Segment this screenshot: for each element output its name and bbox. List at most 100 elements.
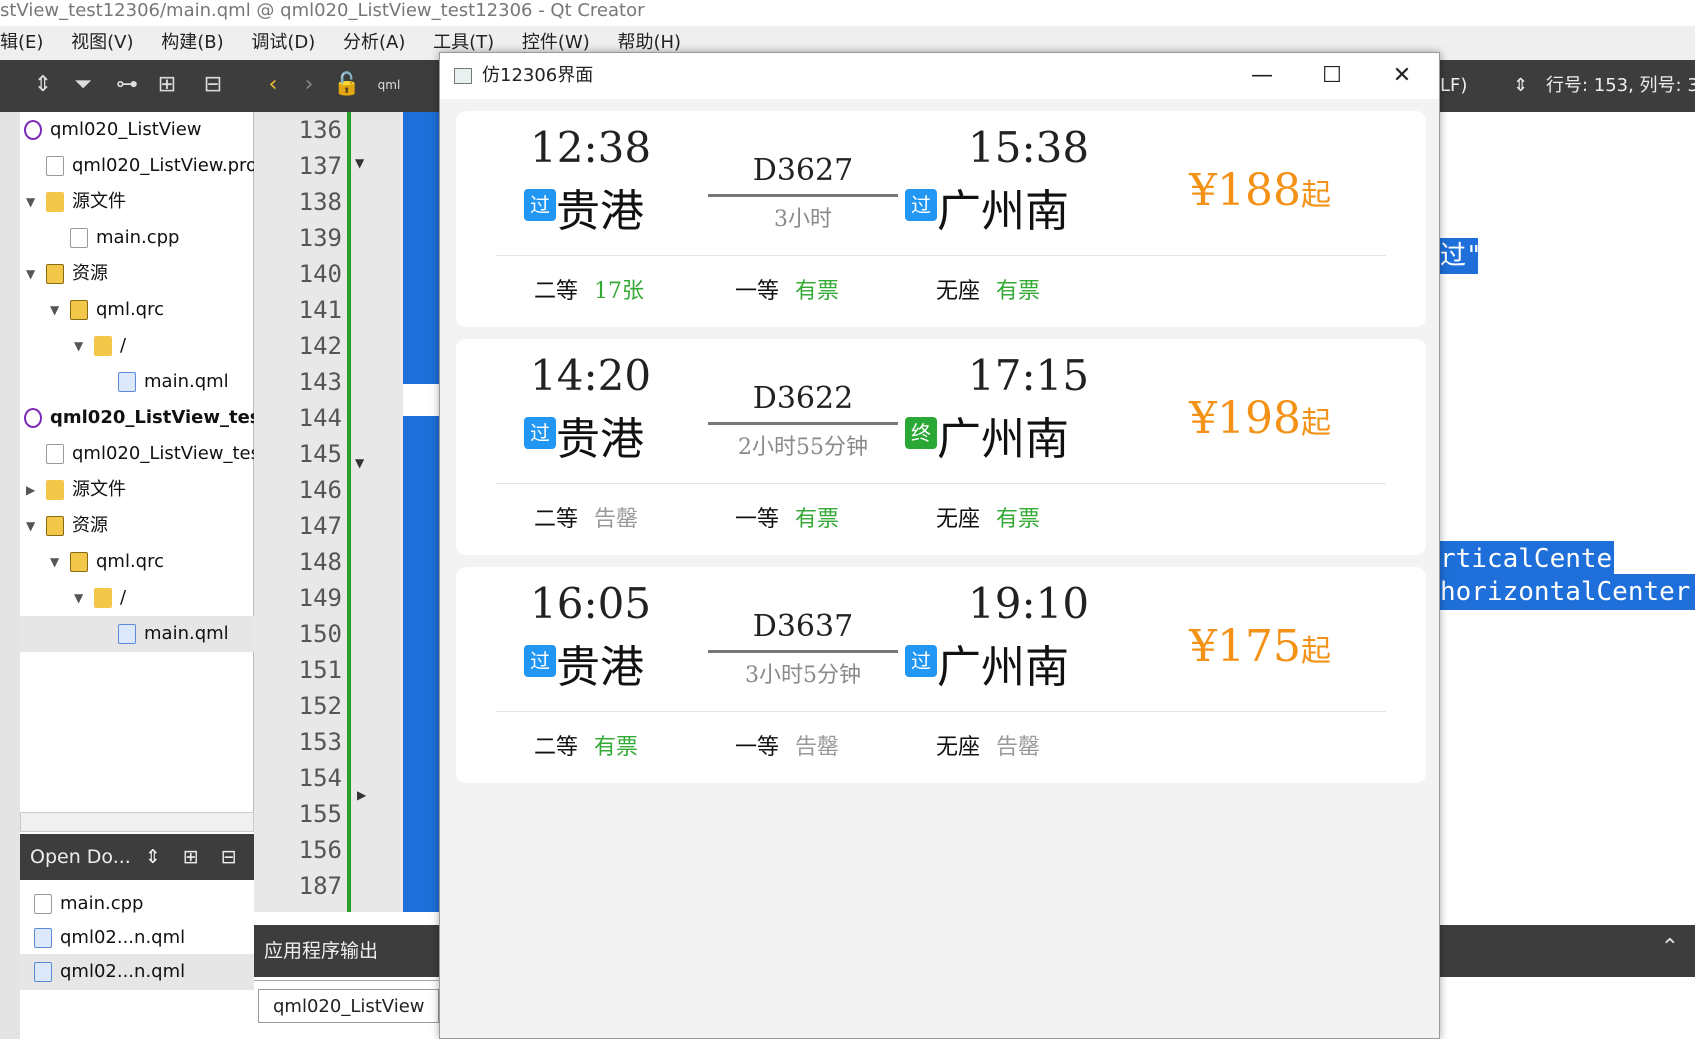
tree-item-label: 源文件 (72, 191, 126, 212)
expand-arrow-icon[interactable]: ▼ (50, 544, 59, 580)
seat-info: 无座 有票 (936, 501, 1040, 533)
tree-item[interactable]: ▼ 源文件 (20, 184, 254, 220)
split-icon[interactable]: ⊞ (183, 846, 199, 868)
encoding-label[interactable]: LF) (1440, 75, 1467, 96)
updown-icon[interactable]: ⇕ (145, 846, 161, 868)
expand-arrow-icon[interactable]: ▼ (74, 580, 83, 616)
departure-station: 贵港 (556, 414, 644, 465)
file-icon (46, 156, 64, 176)
fold-icon[interactable]: ▼ (355, 456, 364, 470)
seat-class: 一等 (735, 279, 780, 304)
tree-item[interactable]: ▼ 资源 (20, 256, 254, 292)
updown-icon[interactable]: ⇕ (1513, 75, 1528, 96)
expand-arrow-icon[interactable]: ▼ (74, 328, 83, 364)
tree-item[interactable]: qml020_ListView_test12306.pro (20, 436, 360, 472)
seat-info: 无座 告罄 (936, 729, 1040, 761)
cursor-position[interactable]: 行号: 153, 列号: 34 (1546, 75, 1695, 96)
seat-info: 一等 有票 (735, 501, 839, 533)
menu-debug[interactable]: 调试(D) (251, 32, 315, 53)
expand-arrow-icon[interactable]: ▼ (50, 292, 59, 328)
fold-icon[interactable]: ▼ (355, 156, 364, 170)
open-documents-list: main.cpp qml02...n.qml qml02...n.qml (20, 880, 254, 1039)
horizontal-scrollbar[interactable] (20, 812, 254, 832)
open-document-item[interactable]: main.cpp (20, 886, 254, 922)
folder-icon (94, 336, 112, 356)
open-documents-label[interactable]: Open Do... (30, 846, 131, 868)
line-number: 145 (298, 440, 342, 468)
tree-item[interactable]: ▼ qml.qrc (20, 544, 254, 580)
tree-item[interactable]: ▼ / (20, 328, 254, 364)
unfold-icon[interactable]: ▶ (357, 788, 366, 802)
menu-edit[interactable]: 辑(E) (0, 32, 43, 53)
menu-tools[interactable]: 工具(T) (433, 32, 494, 53)
qml-file-icon (34, 962, 52, 982)
train-card[interactable]: 16:05 过贵港 D3637 3小时5分钟 19:10 过广州南 ¥175起 二等 有票 一等告… (456, 567, 1426, 783)
line-number: 141 (298, 296, 342, 324)
tree-item-label: qml020_ListView (50, 119, 202, 140)
route-line (708, 650, 898, 653)
tree-item[interactable]: qml020_ListView.pro (20, 148, 257, 184)
menu-build[interactable]: 构建(B) (161, 32, 223, 53)
arrival-station: 广州南 (937, 414, 1069, 465)
departure-badge: 过 (524, 417, 556, 449)
output-tab[interactable]: qml020_ListView (258, 989, 439, 1023)
open-document-item[interactable]: qml02...n.qml (20, 954, 254, 990)
tree-item[interactable]: main.qml (20, 616, 254, 652)
expand-arrow-icon[interactable]: ▼ (26, 184, 35, 220)
minimize-button[interactable]: — (1227, 53, 1297, 99)
menu-widgets[interactable]: 控件(W) (522, 32, 590, 53)
train-card[interactable]: 12:38 过贵港 D3627 3小时 15:38 过广州南 ¥188起 二等 17张 一等 有票无… (456, 111, 1426, 327)
train-number: D3627 (752, 153, 854, 188)
seat-info: 二等 告罄 (534, 501, 638, 533)
seat-class: 一等 (735, 735, 780, 760)
tree-item[interactable]: ▼ / (20, 580, 254, 616)
seat-availability: 17张 (594, 279, 645, 304)
filter-icon[interactable]: ⏷ (66, 68, 100, 102)
arrival-time: 19:10 (968, 579, 1090, 628)
tree-item[interactable]: qml020_ListView_test12306 (20, 400, 332, 436)
seat-availability: 告罄 (996, 735, 1041, 760)
seat-info: 一等 告罄 (735, 729, 839, 761)
code-editor-right: 过" rticalCenter horizontalCenter (1440, 112, 1695, 912)
tree-item-label: 资源 (72, 515, 108, 536)
seat-availability: 告罄 (795, 735, 840, 760)
forward-icon[interactable]: › (292, 68, 326, 102)
tree-item[interactable]: main.qml (20, 364, 254, 400)
output-tab-bar: qml020_ListView (254, 980, 439, 1039)
tree-item[interactable]: ▼ 资源 (20, 508, 254, 544)
route-line (708, 194, 898, 197)
price: ¥175起 (1189, 621, 1331, 672)
open-document-item[interactable]: qml02...n.qml (20, 920, 254, 956)
train-card[interactable]: 14:20 过贵港 D3622 2小时55分钟 17:15 终广州南 ¥198起 二等 告罄 一等… (456, 339, 1426, 555)
expand-arrow-icon[interactable]: ▼ (26, 508, 35, 544)
close-panel-icon[interactable]: ⊟ (221, 846, 237, 868)
close-sidebar-icon[interactable]: ⊟ (196, 68, 230, 102)
price: ¥198起 (1189, 393, 1331, 444)
tree-item-label: qml.qrc (96, 299, 165, 320)
tree-item[interactable]: main.cpp (20, 220, 254, 256)
maximize-button[interactable]: ☐ (1297, 53, 1367, 99)
tree-item[interactable]: ▶ 源文件 (20, 472, 254, 508)
sort-icon[interactable]: ⇕ (26, 68, 60, 102)
fold-margin: ▼ ▼ ▶ (351, 112, 403, 912)
line-number: 148 (298, 548, 342, 576)
close-button[interactable]: ✕ (1367, 53, 1437, 99)
link-icon[interactable]: ⊶ (110, 68, 144, 102)
tree-item[interactable]: qml020_ListView (20, 112, 254, 148)
collapse-icon[interactable]: ⌃ (1661, 935, 1679, 960)
back-icon[interactable]: ‹ (256, 68, 290, 102)
menu-help[interactable]: 帮助(H) (617, 32, 681, 53)
code-editor-selection[interactable] (403, 112, 439, 912)
arrival-badge: 过 (905, 645, 937, 677)
menu-view[interactable]: 视图(V) (71, 32, 133, 53)
editor-status: LF) ⇕ 行号: 153, 列号: 34 (1440, 60, 1695, 112)
collapse-arrow-icon[interactable]: ▶ (26, 472, 35, 508)
menu-analyze[interactable]: 分析(A) (343, 32, 405, 53)
line-number: 138 (298, 188, 342, 216)
split-icon[interactable]: ⊞ (150, 68, 184, 102)
seat-class: 无座 (936, 507, 981, 532)
tree-item[interactable]: ▼ qml.qrc (20, 292, 254, 328)
seat-info: 二等 有票 (534, 729, 638, 761)
seat-info: 一等 有票 (735, 273, 839, 305)
expand-arrow-icon[interactable]: ▼ (26, 256, 35, 292)
